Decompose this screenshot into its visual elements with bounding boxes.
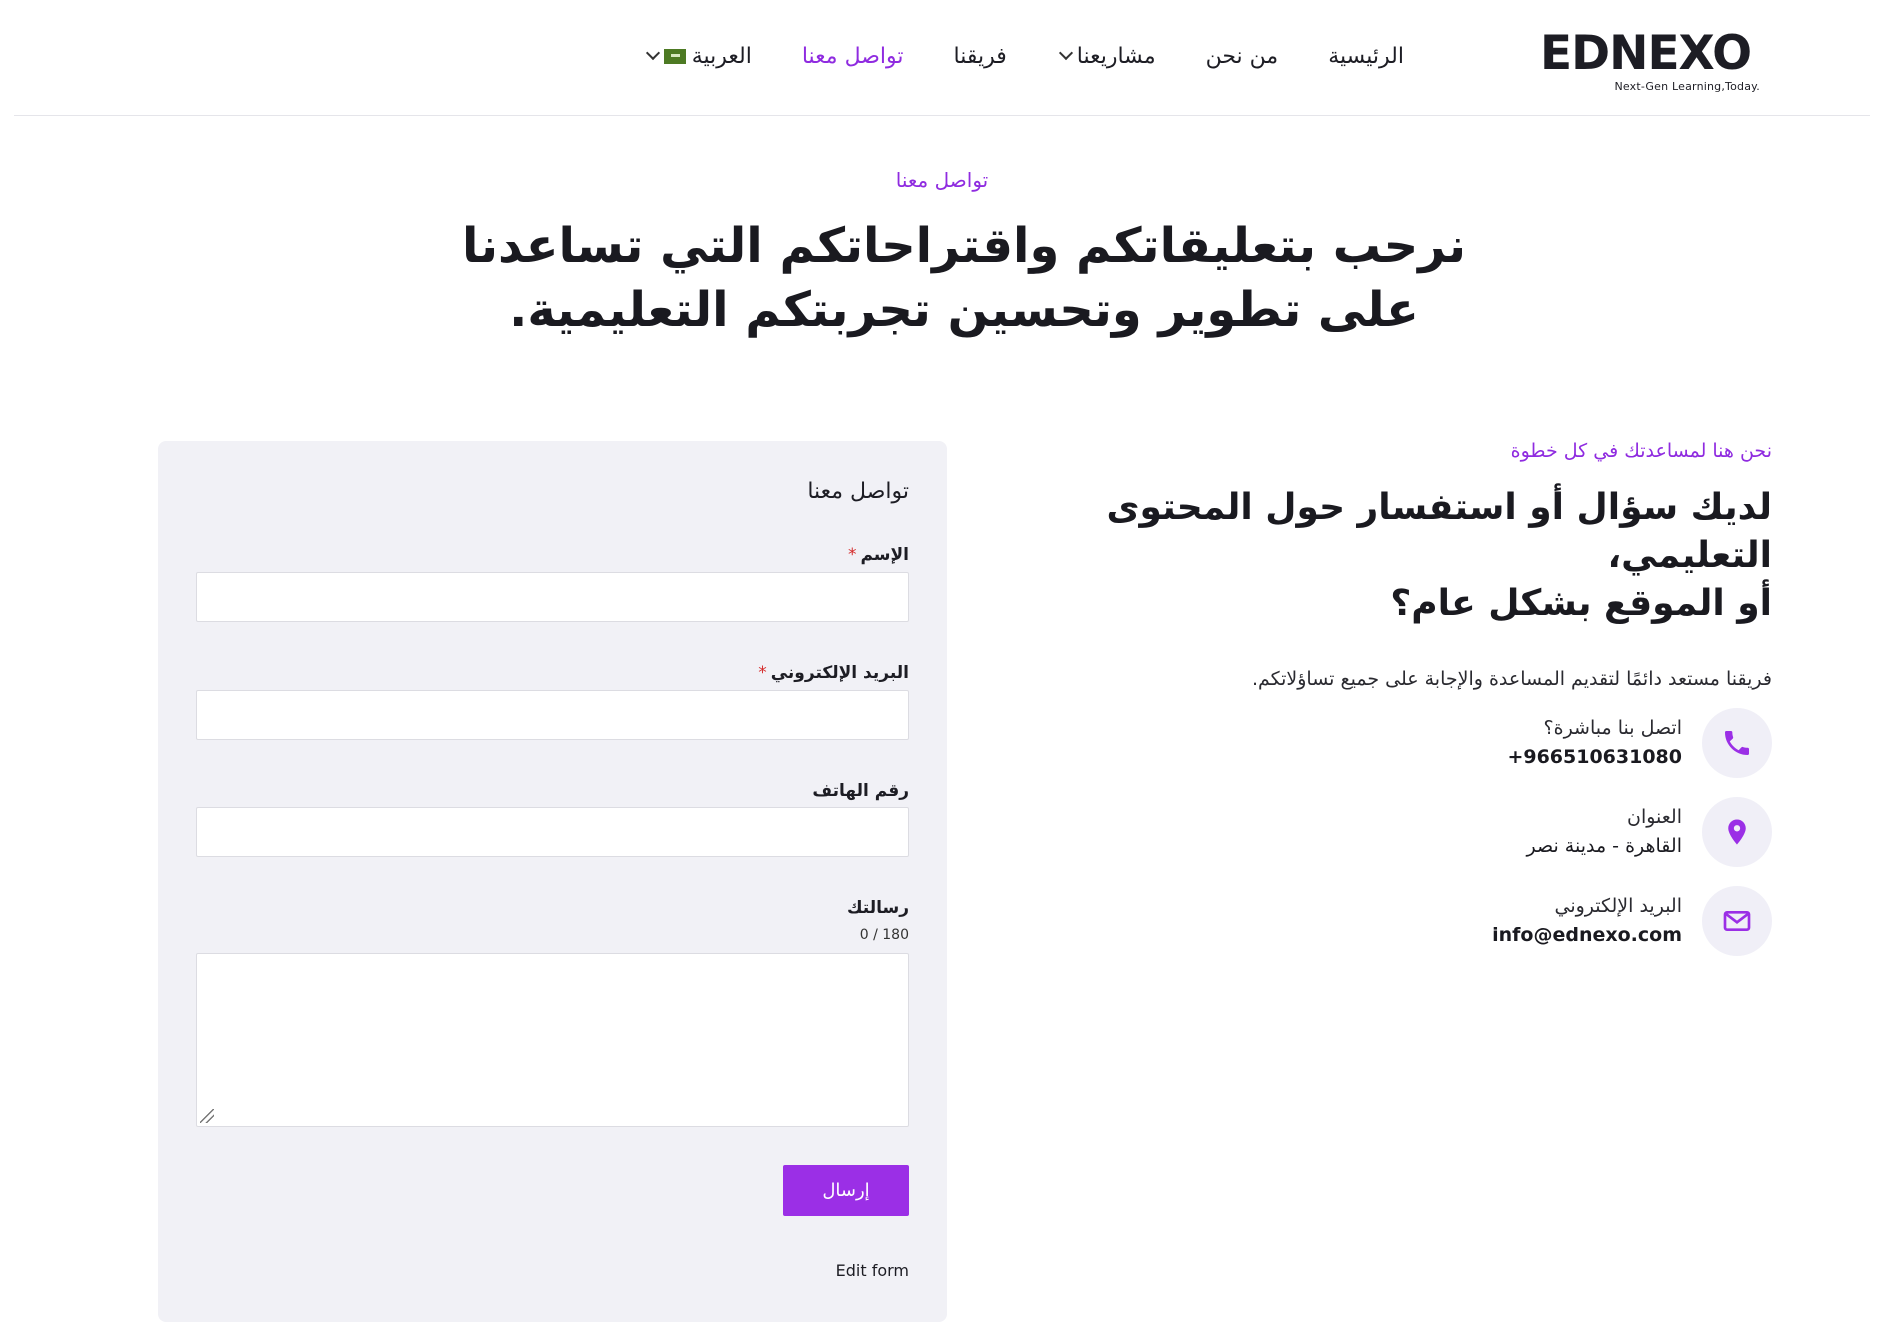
name-label: الإسم* <box>848 545 909 565</box>
address-value: القاهرة - مدينة نصر <box>1526 835 1682 857</box>
nav-item-label: فريقنا <box>953 43 1007 69</box>
chevron-down-icon <box>645 45 660 61</box>
contact-address: العنوان القاهرة - مدينة نصر <box>942 797 1772 867</box>
language-label: العربية <box>691 43 752 69</box>
page-title-line: على تطوير وتحسين تجربتكم التعليمية. <box>509 282 1419 338</box>
hero-eyebrow: تواصل معنا <box>895 168 989 192</box>
contact-list: اتصل بنا مباشرة؟ +966510631080 العنوان ا… <box>942 708 1772 956</box>
info-heading-line: أو الموقع بشكل عام؟ <box>1390 583 1772 624</box>
phone-number[interactable]: +966510631080 <box>1507 742 1682 772</box>
contact-email[interactable]: البريد الإلكتروني info@ednexo.com <box>942 886 1772 956</box>
submit-button[interactable]: إرسال <box>783 1165 909 1216</box>
logo-wordmark: EDNEXO <box>1540 26 1752 81</box>
nav-item-team[interactable]: فريقنا <box>954 44 1007 69</box>
message-textarea[interactable] <box>196 953 909 1127</box>
saudi-flag-icon <box>663 48 686 64</box>
contact-text: العنوان القاهرة - مدينة نصر <box>1526 803 1682 861</box>
phone-label: رقم الهاتف <box>812 781 909 801</box>
message-label: رسالتك <box>846 898 909 918</box>
location-pin-icon <box>1702 797 1772 867</box>
phone-icon <box>1702 708 1772 778</box>
contact-text: البريد الإلكتروني info@ednexo.com <box>1492 892 1682 950</box>
nav-item-label: مشاريعنا <box>1076 43 1156 69</box>
logo-tagline: Next-Gen Learning,Today. <box>1614 80 1760 93</box>
main-nav: الرئيسية من نحن مشاريعنا فريقنا تواصل مع… <box>644 36 1404 76</box>
page-title: نرحب بتعليقاتكم واقتراحاتكم التي تساعدنا… <box>380 214 1548 342</box>
envelope-icon <box>1702 886 1772 956</box>
site-header: EDNEXO Next-Gen Learning,Today. الرئيسية… <box>14 0 1870 116</box>
nav-item-label: تواصل معنا <box>801 43 904 69</box>
contact-label: البريد الإلكتروني <box>1554 895 1683 917</box>
nav-item-about[interactable]: من نحن <box>1206 44 1279 69</box>
nav-item-projects[interactable]: مشاريعنا <box>1057 44 1156 69</box>
info-heading-line: لديك سؤال أو استفسار حول المحتوى التعليم… <box>1106 487 1772 576</box>
character-counter: 0 / 180 <box>859 927 909 943</box>
name-field[interactable] <box>196 572 909 622</box>
name-label-text: الإسم <box>860 545 909 565</box>
page-title-line: نرحب بتعليقاتكم واقتراحاتكم التي تساعدنا <box>461 218 1467 274</box>
info-description: فريقنا مستعد دائمًا لتقديم المساعدة والإ… <box>1251 668 1772 690</box>
phone-field[interactable] <box>196 807 909 857</box>
contact-phone[interactable]: اتصل بنا مباشرة؟ +966510631080 <box>942 708 1772 778</box>
contact-form: تواصل معنا الإسم* البريد الإلكتروني* رقم… <box>158 441 947 1322</box>
language-switcher[interactable]: العربية <box>644 44 752 69</box>
required-mark: * <box>847 545 857 565</box>
info-heading: لديك سؤال أو استفسار حول المحتوى التعليم… <box>942 484 1772 628</box>
nav-item-label: من نحن <box>1205 43 1279 69</box>
nav-item-home[interactable]: الرئيسية <box>1328 44 1404 69</box>
form-title: تواصل معنا <box>807 479 909 504</box>
required-mark: * <box>758 663 767 683</box>
contact-label: العنوان <box>1626 806 1682 828</box>
contact-label: اتصل بنا مباشرة؟ <box>1543 717 1682 739</box>
email-link[interactable]: info@ednexo.com <box>1492 920 1682 950</box>
contact-info-section: نحن هنا لمساعدتك في كل خطوة لديك سؤال أو… <box>942 440 1772 975</box>
edit-form-link[interactable]: Edit form <box>836 1261 909 1280</box>
email-label: البريد الإلكتروني* <box>758 663 909 683</box>
email-field[interactable] <box>196 690 909 740</box>
ednexo-logo[interactable]: EDNEXO Next-Gen Learning,Today. <box>1540 30 1760 94</box>
info-eyebrow: نحن هنا لمساعدتك في كل خطوة <box>1510 440 1772 462</box>
contact-text: اتصل بنا مباشرة؟ +966510631080 <box>1507 714 1682 772</box>
nav-item-contact[interactable]: تواصل معنا <box>802 44 904 69</box>
chevron-down-icon <box>1058 45 1073 61</box>
email-label-text: البريد الإلكتروني <box>770 663 909 683</box>
resize-handle-icon[interactable] <box>200 1109 214 1123</box>
nav-item-label: الرئيسية <box>1328 43 1404 69</box>
